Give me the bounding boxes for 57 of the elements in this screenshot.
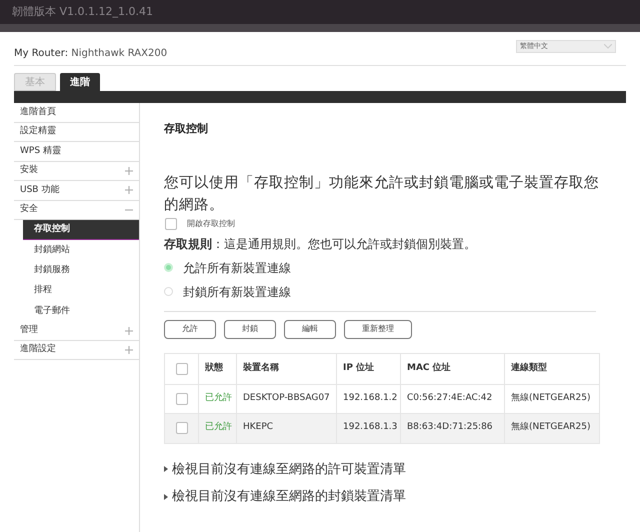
table-cell: 192.168.1.3 <box>337 414 401 442</box>
checkbox[interactable] <box>165 218 177 230</box>
column-header: IP 位址 <box>337 354 401 384</box>
table-row[interactable]: 已允許 DESKTOP-BBSAG07 192.168.1.2 C0:56:27:4E:AC:42 無線(NETGEAR25) <box>165 384 599 414</box>
status-cell: 已允許 <box>199 414 237 442</box>
plus-icon <box>125 186 133 194</box>
table-cell-text: 無線(NETGEAR25) <box>510 392 592 405</box>
sidebar-subitem[interactable]: 封鎖網站 <box>23 240 139 261</box>
checkbox[interactable] <box>176 362 188 374</box>
rule-text: 存取規則：這是通用規則。您也可以允許或封鎖個別裝置。 <box>164 236 477 252</box>
table-cell-text: 無線(NETGEAR25) <box>510 420 592 434</box>
sidebar-item[interactable]: WPS 精靈 <box>14 142 139 162</box>
sidebar-subitem[interactable]: 存取控制 <box>23 220 139 240</box>
table-row[interactable]: 已允許 HKEPC 192.168.1.3 B8:63:4D:71:25:86 無線(NETGEAR25) <box>165 414 599 442</box>
column-header: 連線類型 <box>510 361 548 375</box>
checkbox[interactable] <box>176 422 188 434</box>
table-cell: HKEPC <box>237 414 337 442</box>
caret-icon <box>604 44 612 49</box>
tab[interactable]: 進階 <box>60 73 100 91</box>
sidebar-item[interactable]: 管理 <box>14 321 139 341</box>
action-button[interactable]: 編輯 <box>284 320 336 338</box>
column-header: 狀態 <box>199 354 237 384</box>
router-name: My Router: Nighthawk RAX200 <box>14 47 168 61</box>
sidebar-subitem[interactable]: 封鎖服務 <box>23 260 139 281</box>
checkbox-label: 開啟存取控制 <box>187 218 235 230</box>
expand-arrow-icon <box>164 466 168 472</box>
radio-label: 允許所有新裝置連線 <box>183 260 291 276</box>
sidebar-item[interactable]: 進階設定 <box>14 340 139 360</box>
sidebar-item[interactable]: 安裝 <box>14 162 139 181</box>
sidebar-item[interactable]: USB 功能 <box>14 181 139 200</box>
status-cell: 已允許 <box>199 384 237 412</box>
radio-button[interactable] <box>164 287 173 296</box>
table-cell: 192.168.1.2 <box>337 384 401 412</box>
sidebar-subitem[interactable]: 電子郵件 <box>23 301 139 322</box>
list-link[interactable]: 檢視目前沒有連線至網路的許可裝置清單 <box>172 460 406 479</box>
page-title: 存取控制 <box>164 121 209 137</box>
plus-icon <box>125 166 133 175</box>
expand-arrow-icon <box>164 494 168 500</box>
action-button[interactable]: 允許 <box>164 320 216 338</box>
sidebar-item[interactable]: 進階首頁 <box>14 103 139 122</box>
sidebar-item[interactable]: 設定精靈 <box>14 122 139 142</box>
radio-label: 封鎖所有新裝置連線 <box>183 284 291 300</box>
action-button[interactable]: 重新整理 <box>344 320 412 338</box>
firmware-version: 韌體版本 V1.0.1.12_1.0.41 <box>12 4 153 20</box>
column-header: MAC 位址 <box>401 354 505 384</box>
plus-icon <box>125 346 133 354</box>
action-button[interactable]: 封鎖 <box>224 320 276 338</box>
description: 您可以使用「存取控制」功能來允許或封鎖電腦或電子裝置存取您的網路。 <box>164 174 600 214</box>
table-cell: B8:63:4D:71:25:86 <box>401 414 505 442</box>
table-cell: DESKTOP-BBSAG07 <box>237 384 337 412</box>
plus-icon <box>125 326 133 335</box>
list-link[interactable]: 檢視目前沒有連線至網路的封鎖裝置清單 <box>172 487 406 506</box>
checkbox[interactable] <box>176 392 188 404</box>
table-cell: C0:56:27:4E:AC:42 <box>401 384 505 412</box>
column-header: 裝置名稱 <box>237 354 337 384</box>
radio-button[interactable] <box>164 263 173 272</box>
sidebar-subitem[interactable]: 排程 <box>23 280 139 302</box>
